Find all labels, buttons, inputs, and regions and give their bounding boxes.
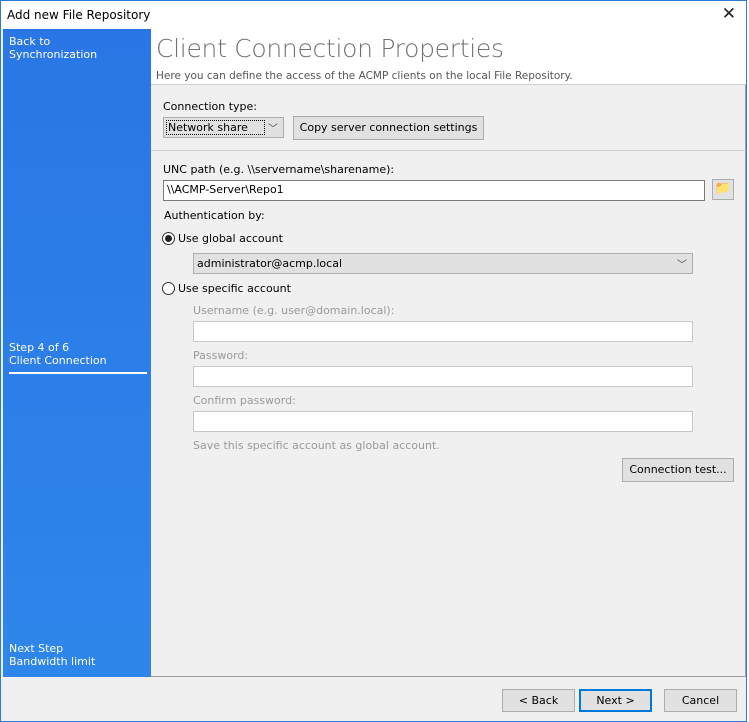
network-folder-icon: 📁 — [714, 181, 732, 196]
authentication-label: Authentication by: — [164, 209, 265, 222]
unc-path-input[interactable]: \\ACMP-Server\Repo1 — [163, 180, 705, 201]
connection-type-select[interactable]: Network share ﹀ — [163, 117, 284, 138]
next-step-name: Bandwidth limit — [9, 655, 96, 668]
username-input[interactable] — [193, 321, 693, 342]
chevron-down-icon: ﹀ — [268, 124, 278, 135]
current-step: Client Connection — [9, 354, 147, 374]
confirm-password-input[interactable] — [193, 411, 693, 432]
use-specific-account-radio[interactable] — [162, 282, 175, 295]
save-as-global-option[interactable]: Save this specific account as global acc… — [193, 439, 440, 452]
close-icon[interactable]: ✕ — [722, 4, 736, 24]
back-to-synchronization-link[interactable]: Back to Synchronization — [9, 35, 119, 61]
form-area: Connection type: Network share ﹀ Copy se… — [151, 85, 746, 677]
back-button[interactable]: < Back — [502, 689, 575, 712]
copy-server-settings-button[interactable]: Copy server connection settings — [293, 116, 484, 140]
title-bar: Add new File Repository ✕ — [1, 1, 746, 29]
divider — [151, 150, 746, 151]
cancel-button[interactable]: Cancel — [664, 689, 737, 712]
wizard-sidebar: Back to Synchronization Step 4 of 6 Clie… — [3, 29, 151, 677]
page-title: Client Connection Properties — [156, 34, 504, 63]
page-header: Client Connection Properties Here you ca… — [151, 29, 746, 85]
confirm-password-label: Confirm password: — [193, 394, 296, 407]
use-global-account-label[interactable]: Use global account — [178, 232, 283, 245]
use-specific-account-label[interactable]: Use specific account — [178, 282, 291, 295]
browse-network-folder-button[interactable]: 📁 — [712, 179, 734, 200]
password-input[interactable] — [193, 366, 693, 387]
global-account-select[interactable]: administrator@acmp.local ﹀ — [193, 253, 693, 274]
password-label: Password: — [193, 349, 249, 362]
wizard-footer: < Back Next > Cancel — [1, 677, 746, 721]
window-title: Add new File Repository — [7, 8, 151, 22]
connection-type-value: Network share — [166, 120, 265, 135]
next-button[interactable]: Next > — [579, 689, 652, 712]
use-global-account-radio[interactable] — [162, 232, 175, 245]
dialog-window: Add new File Repository ✕ Back to Synchr… — [0, 0, 747, 722]
next-step-label: Next Step — [9, 642, 64, 655]
connection-type-label: Connection type: — [163, 100, 258, 113]
username-label: Username (e.g. user@domain.local): — [193, 304, 395, 317]
chevron-down-icon: ﹀ — [677, 260, 687, 271]
connection-test-button[interactable]: Connection test... — [622, 458, 734, 482]
step-counter: Step 4 of 6 — [9, 341, 70, 354]
unc-path-label: UNC path (e.g. \\servername\sharename): — [163, 163, 395, 176]
global-account-value: administrator@acmp.local — [197, 257, 343, 270]
page-subtitle: Here you can define the access of the AC… — [156, 70, 573, 82]
